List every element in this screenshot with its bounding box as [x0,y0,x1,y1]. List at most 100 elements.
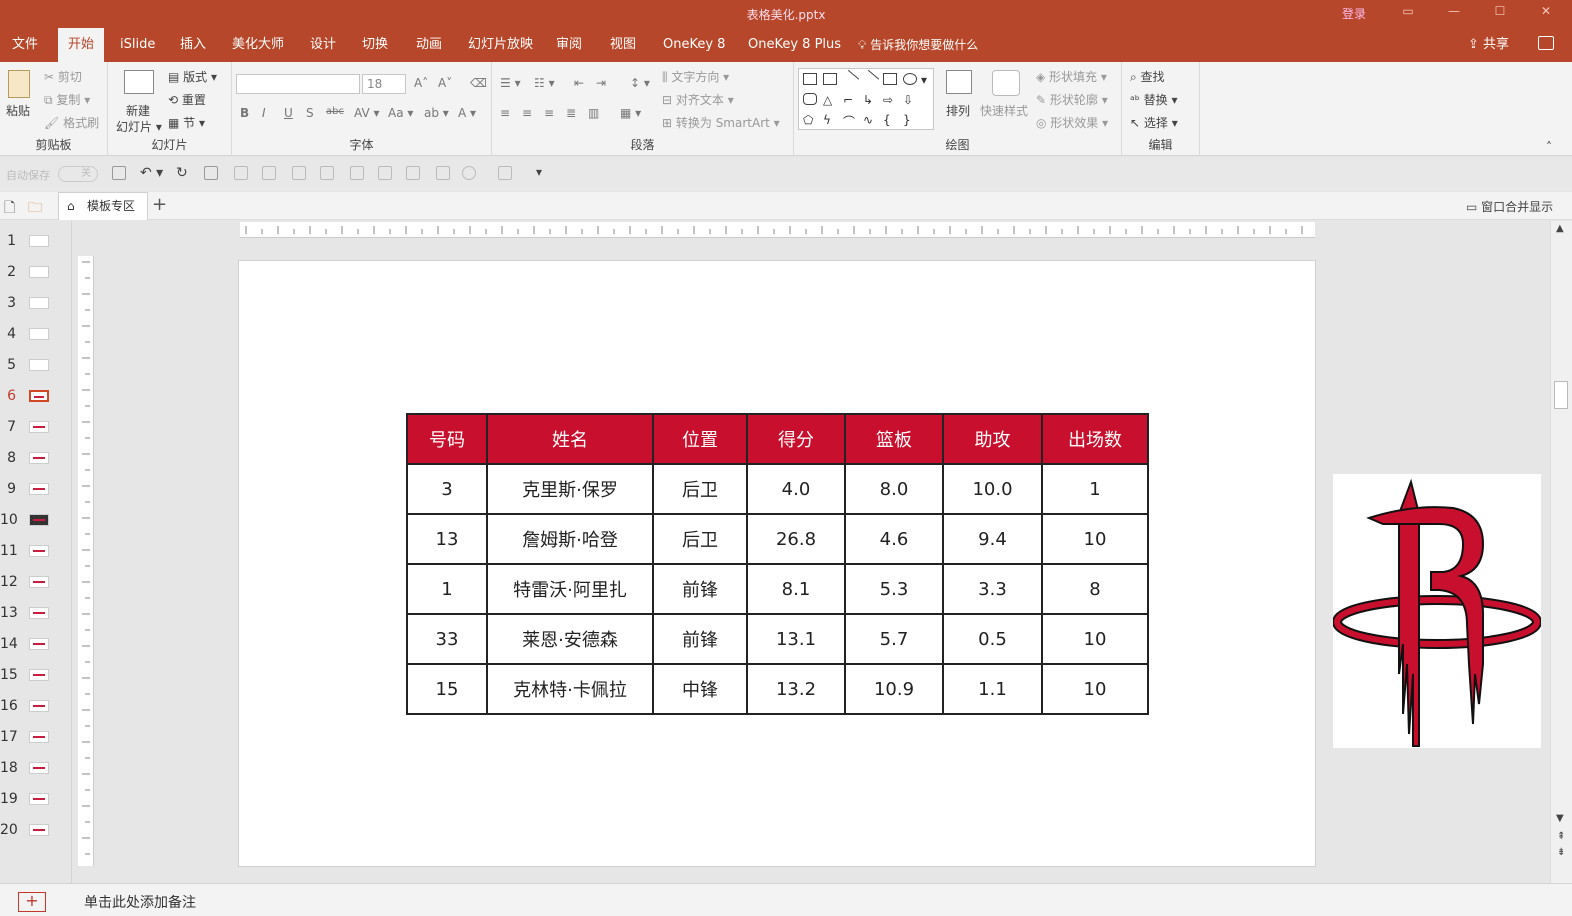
scrollbar-thumb[interactable] [1554,381,1568,409]
table-cell[interactable]: 克里斯·保罗 [486,463,654,515]
new-slide-label[interactable]: 新建 [126,102,150,119]
align-left-icon[interactable]: ≡ [500,106,510,120]
slide-preview[interactable] [29,359,49,371]
align-middle-objects-icon[interactable] [350,166,364,180]
slide-preview[interactable] [29,297,49,309]
header-points[interactable]: 得分 [746,413,846,465]
line-shape-icon[interactable] [840,69,860,89]
table-cell[interactable]: 1.1 [942,663,1043,715]
tab-islide[interactable]: iSlide [112,28,163,62]
justify-icon[interactable]: ≣ [566,106,576,120]
table-cell[interactable]: 8.0 [844,463,944,515]
slideshow-icon[interactable] [204,166,218,180]
slide-preview[interactable] [29,545,49,557]
table-cell[interactable]: 莱恩·安德森 [486,613,654,665]
cut-button[interactable]: ✂ 剪切 [44,68,82,85]
section-button[interactable]: ▦ 节 ▾ [168,114,205,131]
layout-button[interactable]: ▤ 版式 ▾ [168,68,217,85]
add-slide-button[interactable]: + [18,892,46,912]
new-slide-icon[interactable] [124,70,154,94]
table-cell[interactable]: 特雷沃·阿里扎 [486,563,654,615]
table-cell[interactable]: 后卫 [652,513,748,565]
table-cell[interactable]: 9.4 [942,513,1043,565]
slide-thumbnail[interactable]: 7 [0,417,72,437]
slide-thumbnail[interactable]: 5 [0,355,72,375]
slide-thumbnail[interactable]: 1 [0,231,72,251]
slide-preview[interactable] [29,514,49,526]
find-button[interactable]: ⌕ 查找 [1130,68,1165,85]
slide-thumbnail[interactable]: 4 [0,324,72,344]
table-cell[interactable]: 5.3 [844,563,944,615]
slide-thumbnail[interactable]: 12 [0,572,72,592]
slide-thumbnail[interactable]: 15 [0,665,72,685]
share-button[interactable]: ⇪ 共享 [1468,28,1509,62]
numbering-icon[interactable]: ☷ ▾ [534,76,555,90]
gallery-more-icon[interactable]: ▾ [921,73,931,87]
scroll-up-icon[interactable]: ▲ [1556,223,1564,234]
vertical-textbox-shape-icon[interactable] [823,73,837,85]
tab-home[interactable]: 开始 [58,28,104,62]
select-button[interactable]: ↖ 选择 ▾ [1130,114,1178,131]
shape-fill-button[interactable]: ◈ 形状填充 ▾ [1036,68,1107,85]
distributed-icon[interactable]: ▥ [588,106,599,120]
slide-thumbnail[interactable]: 6 [0,386,72,406]
strikethrough-icon[interactable]: abc [326,106,344,117]
merge-shapes-icon[interactable] [462,166,476,180]
quick-styles-icon[interactable] [992,70,1020,96]
format-painter-button[interactable]: 🖌︎ 格式刷 [44,114,99,131]
slide-preview[interactable] [29,576,49,588]
arrange-button[interactable]: 排列 [946,102,970,119]
slide-preview[interactable] [29,483,49,495]
slide-thumbnail[interactable]: 3 [0,293,72,313]
table-cell[interactable]: 10 [1041,613,1149,665]
shapes-gallery[interactable]: △ ⌐ ↳ ⇨ ⇩ ⬠ ϟ ⌒ ∿ { } ▾ [798,68,934,130]
table-cell[interactable]: 26.8 [746,513,846,565]
table-cell[interactable]: 15 [406,663,488,715]
triangle-shape-icon[interactable]: △ [823,93,837,107]
slide-thumbnail[interactable]: 10 [0,510,72,530]
new-file-icon[interactable]: 🗋︎ [4,197,15,221]
bold-icon[interactable]: B [240,106,249,120]
slide-thumbnail[interactable]: 14 [0,634,72,654]
autosave-toggle[interactable]: 关 [58,166,98,182]
tab-slideshow[interactable]: 幻灯片放映 [460,28,541,62]
minimize-icon[interactable]: — [1444,4,1464,22]
header-number[interactable]: 号码 [406,413,488,465]
align-text-button[interactable]: ⊟ 对齐文本 ▾ [662,91,734,108]
comment-icon[interactable] [1538,36,1554,50]
table-cell[interactable]: 8.1 [746,563,846,615]
shadow-icon[interactable]: S [306,106,314,120]
clear-format-icon[interactable]: ⌫ [470,76,487,90]
slide-thumbnail[interactable]: 18 [0,758,72,778]
table-cell[interactable]: 5.7 [844,613,944,665]
quick-styles-button[interactable]: 快速样式 [980,102,1028,119]
previous-slide-icon[interactable]: ⇞ [1557,831,1565,842]
slide-thumbnail[interactable]: 19 [0,789,72,809]
right-brace-shape-icon[interactable]: } [903,113,917,127]
tab-design[interactable]: 设计 [302,28,344,62]
tab-animations[interactable]: 动画 [408,28,450,62]
scribble-shape-icon[interactable]: ϟ [823,113,837,127]
table-cell[interactable]: 13 [406,513,488,565]
slide-thumbnail[interactable]: 9 [0,479,72,499]
font-color-icon[interactable]: A ▾ [458,106,476,120]
arc-shape-icon[interactable]: ⌒ [843,113,857,129]
slide-preview[interactable] [29,762,49,774]
slide-preview[interactable] [29,266,49,278]
distribute-horizontal-icon[interactable] [406,166,420,180]
customize-qat-icon[interactable]: ▾ [536,165,542,179]
table-cell[interactable]: 10.9 [844,663,944,715]
table-cell[interactable]: 1 [406,563,488,615]
rounded-rect-shape-icon[interactable] [803,93,817,105]
header-games[interactable]: 出场数 [1041,413,1149,465]
paste-icon[interactable] [8,70,30,98]
font-size-select[interactable]: 18 [362,74,406,94]
align-top-objects-icon[interactable] [320,166,334,180]
table-cell[interactable]: 0.5 [942,613,1043,665]
elbow-connector-shape-icon[interactable]: ↳ [863,93,877,107]
increase-font-icon[interactable]: A˄ [414,76,428,90]
table-cell[interactable]: 前锋 [652,563,748,615]
underline-icon[interactable]: U [284,106,293,120]
italic-icon[interactable]: I [262,106,266,120]
paste-button[interactable]: 粘贴 [6,102,30,119]
